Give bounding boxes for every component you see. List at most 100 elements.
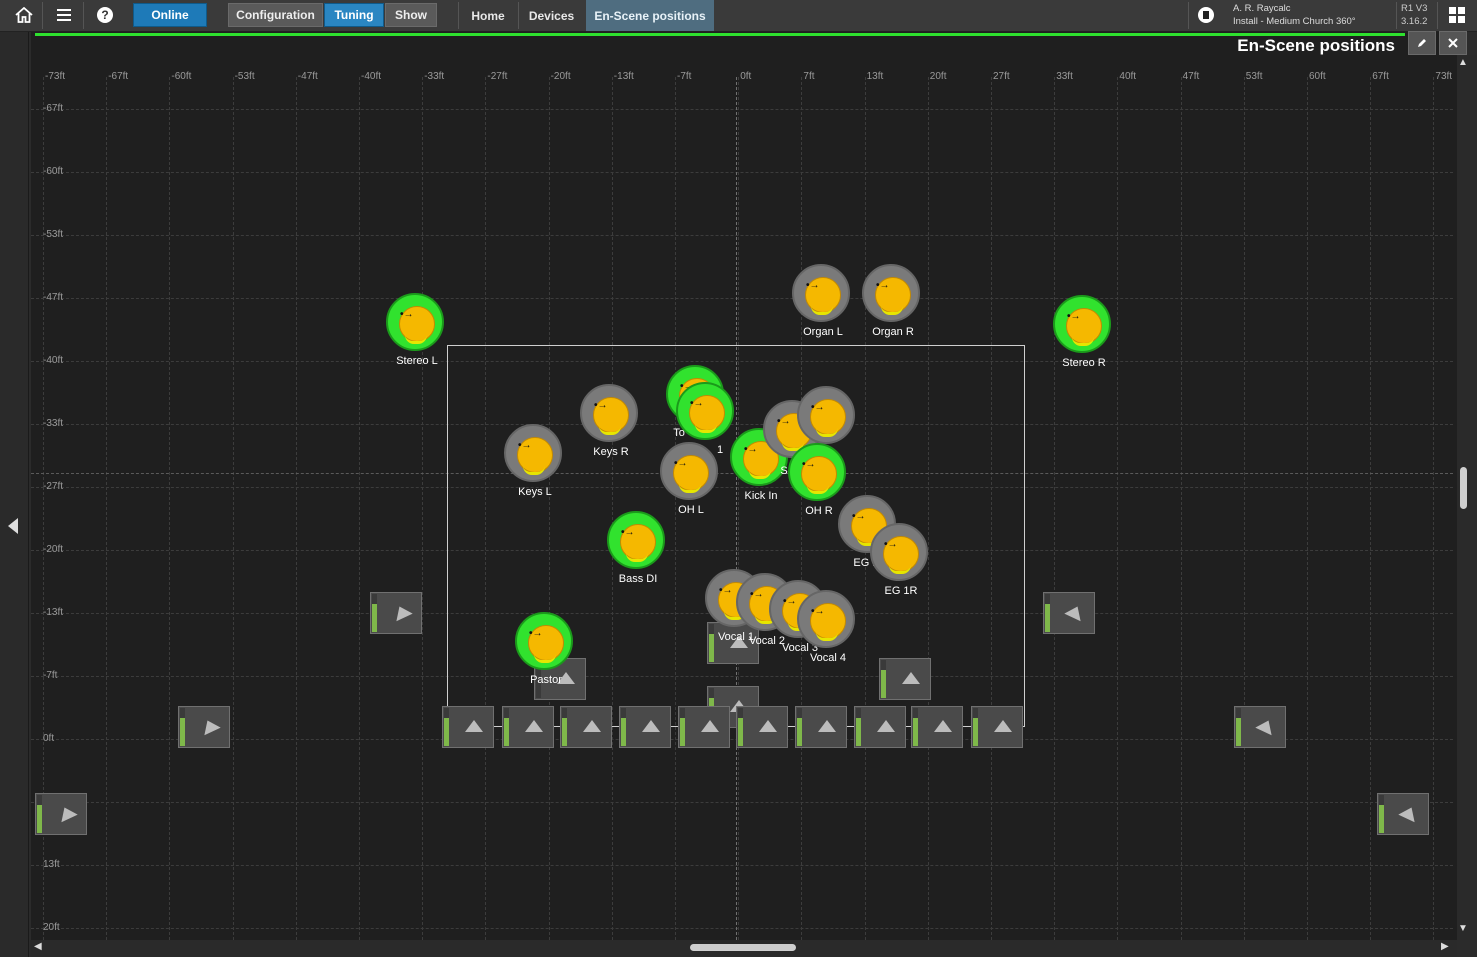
speaker[interactable]	[502, 706, 554, 748]
horizontal-scroll-thumb[interactable]	[690, 944, 796, 951]
home-icon[interactable]	[11, 3, 37, 27]
x-tick-label: -13ft	[613, 71, 634, 82]
source-drum[interactable]: •→	[797, 386, 855, 444]
source-keys-l[interactable]: •→ Keys L	[504, 424, 562, 498]
pencil-icon[interactable]	[1408, 31, 1436, 55]
source-organ-r[interactable]: •→ Organ R	[862, 264, 920, 338]
speaker[interactable]	[736, 706, 788, 748]
x-tick-label: -53ft	[234, 71, 255, 82]
grid-line-vertical	[1370, 77, 1372, 940]
speaker[interactable]	[971, 706, 1023, 748]
x-tick-label: 20ft	[929, 71, 947, 82]
grid-line-vertical	[232, 77, 234, 940]
speaker[interactable]	[678, 706, 730, 748]
version-info: R1 V3 3.16.2	[1401, 2, 1427, 28]
source-organ-l[interactable]: •→ Organ L	[792, 264, 850, 338]
tuning-button[interactable]: Tuning	[324, 3, 384, 27]
x-tick-label: 67ft	[1372, 71, 1389, 82]
y-tick-label: -53ft	[43, 229, 64, 240]
source-label: Vocal 4	[809, 652, 847, 664]
x-tick-label: 60ft	[1309, 71, 1326, 82]
speaker[interactable]	[1043, 592, 1095, 634]
source-label: EG 1R	[884, 585, 918, 597]
y-tick-label: -7ft	[43, 670, 58, 681]
source-tom-1[interactable]: •→ 1	[676, 382, 734, 456]
x-tick-label: 73ft	[1435, 71, 1453, 82]
source-label: OH L	[678, 504, 704, 516]
scroll-left-icon[interactable]: ◀	[34, 941, 42, 952]
source-oh-r[interactable]: •→ OH R	[788, 443, 846, 517]
y-tick-label: -40ft	[43, 355, 64, 366]
toolbar-divider	[1188, 2, 1189, 29]
grid-line-vertical	[1054, 77, 1056, 940]
show-button[interactable]: Show	[385, 3, 437, 27]
speaker[interactable]	[560, 706, 612, 748]
vertical-scroll-thumb[interactable]	[1460, 467, 1467, 509]
grid-layout-icon[interactable]	[1444, 3, 1470, 27]
grid-line-horizontal	[31, 865, 1453, 866]
scroll-up-icon[interactable]: ▲	[1458, 57, 1468, 68]
close-icon[interactable]	[1439, 31, 1467, 55]
speaker[interactable]	[35, 793, 87, 835]
online-button[interactable]: Online	[133, 3, 207, 27]
tab-home[interactable]: Home	[459, 0, 517, 31]
x-tick-label: 27ft	[993, 71, 1010, 82]
grid-line-vertical	[1117, 77, 1119, 940]
grid-line-vertical	[422, 77, 424, 940]
toolbar-divider	[1396, 2, 1397, 29]
scroll-down-icon[interactable]: ▼	[1458, 923, 1468, 934]
grid-line-horizontal	[31, 928, 1453, 929]
tab-devices[interactable]: Devices	[519, 0, 584, 31]
positions-canvas[interactable]: -73ft -67ft -60ft -53ft -47ft -40ft -33ft -27ft…	[31, 32, 1457, 940]
source-label: Keys L	[518, 486, 552, 498]
source-stereo-r[interactable]: •→ Stereo R	[1053, 295, 1111, 369]
source-bass-di[interactable]: •→ Bass DI	[607, 511, 665, 585]
scroll-right-icon[interactable]: ▶	[1441, 941, 1449, 952]
source-pastor[interactable]: •→ Pastor	[515, 612, 573, 686]
speaker[interactable]	[178, 706, 230, 748]
speaker[interactable]	[442, 706, 494, 748]
speaker[interactable]	[854, 706, 906, 748]
vertical-scrollbar[interactable]: ▲ ▼	[1457, 55, 1477, 940]
x-tick-label: 47ft	[1182, 71, 1200, 82]
x-tick-label: 40ft	[1119, 71, 1137, 82]
menu-icon[interactable]	[51, 3, 77, 27]
source-vocal-4[interactable]: •→ Vocal 4	[797, 590, 855, 664]
status-line	[35, 33, 1405, 36]
toolbar-divider	[1437, 2, 1438, 29]
app-window: ? Online Configuration Tuning Show Home …	[0, 0, 1477, 957]
grid-line-horizontal	[31, 298, 1453, 299]
speaker[interactable]	[1234, 706, 1286, 748]
speaker[interactable]	[619, 706, 671, 748]
source-eg-1r[interactable]: •→ EG 1R	[870, 523, 928, 597]
grid-line-vertical	[1180, 77, 1182, 940]
tab-en-scene-positions[interactable]: En-Scene positions	[586, 0, 714, 31]
speaker[interactable]	[1377, 793, 1429, 835]
x-tick-label: -60ft	[171, 71, 192, 82]
configuration-button[interactable]: Configuration	[228, 3, 323, 27]
x-tick-label: -47ft	[297, 71, 318, 82]
record-icon[interactable]	[1193, 3, 1219, 27]
left-sidebar-collapsed	[0, 32, 29, 957]
x-tick-label: -20ft	[550, 71, 571, 82]
speaker[interactable]	[911, 706, 963, 748]
grid-line-vertical	[1243, 77, 1245, 940]
x-tick-label: -33ft	[424, 71, 445, 82]
toolbar-divider	[83, 2, 84, 29]
x-tick-label: 53ft	[1245, 71, 1263, 82]
user-name: A. R. Raycalc	[1233, 3, 1291, 14]
help-icon[interactable]: ?	[92, 3, 118, 27]
grid-line-vertical	[295, 77, 297, 940]
source-label: Stereo R	[1062, 357, 1106, 369]
user-info: A. R. Raycalc Install - Medium Church 36…	[1233, 2, 1356, 28]
horizontal-scrollbar[interactable]: ◀ ▶	[31, 940, 1457, 957]
grid-line-horizontal	[31, 109, 1453, 110]
x-tick-label: -67ft	[108, 71, 129, 82]
speaker[interactable]	[879, 658, 931, 700]
source-stereo-l[interactable]: •→ Stereo L	[386, 293, 444, 367]
expand-sidebar-icon[interactable]	[8, 518, 18, 534]
source-label: Stereo L	[396, 355, 438, 367]
y-tick-label: -67ft	[43, 103, 64, 114]
speaker[interactable]	[795, 706, 847, 748]
speaker[interactable]	[370, 592, 422, 634]
